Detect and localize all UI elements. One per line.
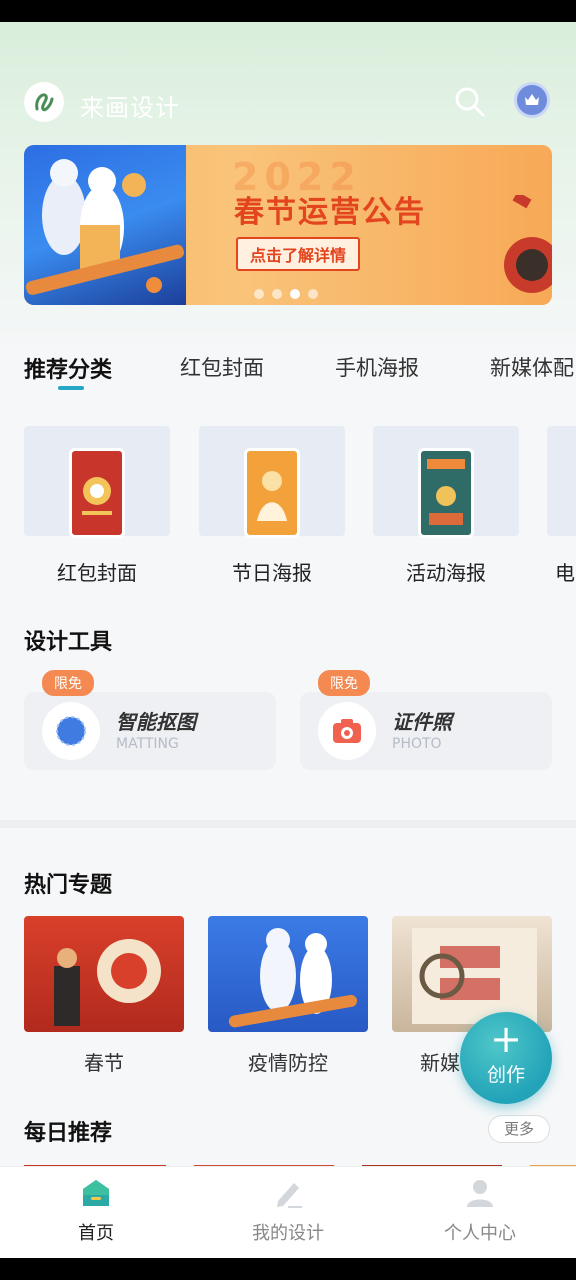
tab-phone-poster[interactable]: 手机海报 xyxy=(335,352,419,382)
banner-decoration xyxy=(504,195,552,293)
template-thumbnail xyxy=(244,448,300,538)
template-thumbnail xyxy=(418,448,474,538)
tool-name: 智能抠图 xyxy=(116,710,196,734)
tools-section-title: 设计工具 xyxy=(24,630,113,655)
category-card-partial[interactable] xyxy=(547,426,576,536)
tool-name: 证件照 xyxy=(392,710,452,734)
app-screen: 来画设计 2022 春节运营公告 点击了解详情 推荐分类 红包封面 手机海报 新… xyxy=(0,22,576,1258)
section-divider xyxy=(0,820,576,828)
id-photo-tool-card[interactable]: 限免 证件照 PHOTO xyxy=(300,670,552,770)
tab-red-envelope[interactable]: 红包封面 xyxy=(180,352,264,382)
promo-banner[interactable]: 2022 春节运营公告 点击了解详情 xyxy=(24,145,552,305)
tab-new-media[interactable]: 新媒体配 xyxy=(490,352,574,382)
banner-dot[interactable] xyxy=(272,289,282,299)
category-label: 电 xyxy=(555,561,575,585)
tool-subtitle: PHOTO xyxy=(392,736,442,752)
nav-item-my-designs[interactable]: 我的设计 xyxy=(192,1177,384,1245)
banner-pagination xyxy=(254,289,318,299)
create-fab-button[interactable]: + 创作 xyxy=(460,1012,552,1104)
nav-label: 首页 xyxy=(78,1223,114,1244)
app-logo-icon xyxy=(24,82,64,122)
search-icon[interactable] xyxy=(452,84,488,120)
banner-title: 春节运营公告 xyxy=(234,195,426,230)
banner-illustration xyxy=(24,145,186,305)
free-badge: 限免 xyxy=(318,670,370,696)
topic-card-spring-festival[interactable] xyxy=(24,916,184,1032)
pencil-icon xyxy=(272,1177,304,1209)
topic-card-epidemic[interactable] xyxy=(208,916,368,1032)
active-tab-indicator xyxy=(58,386,84,390)
app-header: 来画设计 xyxy=(0,78,576,128)
camera-icon xyxy=(318,702,376,760)
free-badge: 限免 xyxy=(42,670,94,696)
tab-recommended[interactable]: 推荐分类 xyxy=(24,352,112,384)
banner-dot-active[interactable] xyxy=(290,289,300,299)
category-card-red-envelope[interactable] xyxy=(24,426,170,538)
nav-item-profile[interactable]: 个人中心 xyxy=(384,1177,576,1245)
category-tabs: 推荐分类 红包封面 手机海报 新媒体配 xyxy=(0,352,576,392)
vip-avatar-icon[interactable] xyxy=(514,82,550,118)
category-card-event-poster[interactable] xyxy=(373,426,519,538)
topic-label: 疫情防控 xyxy=(248,1051,328,1075)
app-title: 来画设计 xyxy=(80,94,180,122)
category-label: 活动海报 xyxy=(406,561,486,585)
category-label: 红包封面 xyxy=(57,561,137,585)
bottom-navigation: 首页 我的设计 个人中心 xyxy=(0,1166,576,1258)
matting-icon xyxy=(42,702,100,760)
banner-dot[interactable] xyxy=(308,289,318,299)
nav-label: 我的设计 xyxy=(252,1223,324,1244)
topic-card-industry-news[interactable] xyxy=(392,916,552,1032)
more-button[interactable]: 更多 xyxy=(488,1115,550,1143)
banner-dot[interactable] xyxy=(254,289,264,299)
category-card-holiday-poster[interactable] xyxy=(199,426,345,538)
plus-icon: + xyxy=(490,1017,522,1061)
nav-label: 个人中心 xyxy=(444,1223,516,1244)
banner-cta-button[interactable]: 点击了解详情 xyxy=(236,237,361,271)
user-icon xyxy=(464,1177,496,1209)
fab-label: 创作 xyxy=(486,1064,525,1086)
category-label: 节日海报 xyxy=(232,561,312,585)
hot-section-title: 热门专题 xyxy=(24,873,113,898)
tool-subtitle: MATTING xyxy=(116,736,179,752)
template-thumbnail xyxy=(69,448,125,538)
home-icon xyxy=(80,1177,112,1209)
daily-section-title: 每日推荐 xyxy=(24,1121,113,1146)
topic-label: 春节 xyxy=(84,1051,124,1075)
nav-item-home[interactable]: 首页 xyxy=(0,1177,192,1245)
matting-tool-card[interactable]: 限免 智能抠图 MATTING xyxy=(24,670,276,770)
